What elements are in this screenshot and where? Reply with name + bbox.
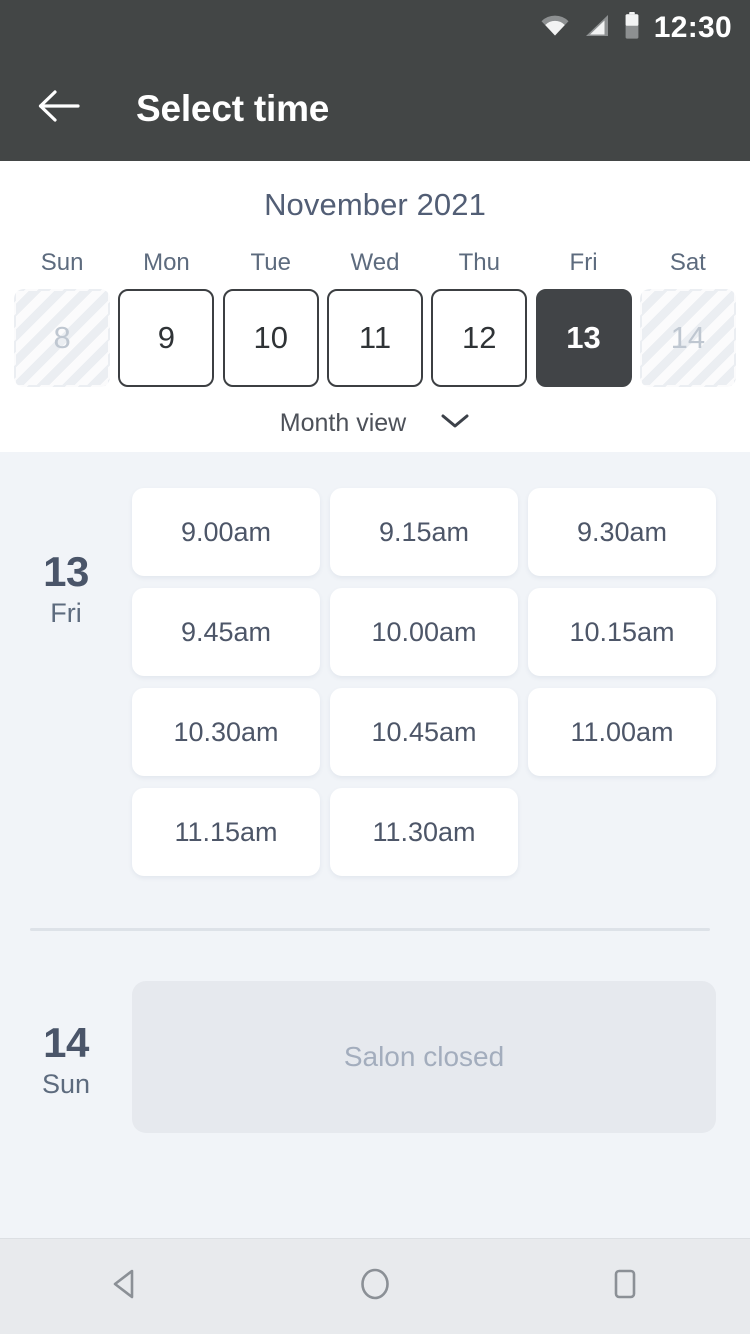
time-slot[interactable]: 11.00am [528,688,716,776]
weekday-label: Wed [350,249,400,276]
weekday-label: Tue [250,249,291,276]
app-bar: Select time [0,56,750,161]
back-button[interactable] [32,82,86,136]
weekday-label: Sat [669,249,706,276]
android-nav-bar [0,1238,750,1334]
month-view-label: Month view [279,409,407,437]
time-slot[interactable]: 11.30am [330,788,518,876]
phone-screen: 12:30 Select time November 2021 Sun Mon … [0,0,750,1334]
calendar-day-13-selected[interactable]: 13 [535,289,632,387]
calendar-day-14: 14 [639,289,736,387]
schedule-day-name: Fri [50,598,82,629]
month-view-toggle[interactable]: Month view [0,409,750,438]
calendar-day-8: 8 [14,289,111,387]
day-cell-wrap: 12 [427,289,531,387]
time-slot[interactable]: 11.15am [132,788,320,876]
status-bar: 12:30 [0,0,750,56]
calendar-panel: November 2021 Sun Mon Tue Wed Thu Fri Sa… [0,161,750,452]
day-cell-wrap: 10 [219,289,323,387]
calendar-day-10[interactable]: 10 [222,289,319,387]
schedule-group-14: 14 Sun Salon closed [0,981,750,1133]
day-cell-wrap: 13 [531,289,635,387]
nav-back-button[interactable] [70,1239,180,1334]
calendar-day-9[interactable]: 9 [118,289,215,387]
home-circle-icon [355,1264,395,1309]
day-cell-wrap: 8 [10,289,114,387]
time-slot[interactable]: 9.45am [132,588,320,676]
time-slot[interactable]: 9.30am [528,488,716,576]
calendar-days-row: 8 9 10 11 12 13 14 [0,289,750,387]
calendar-day-12[interactable]: 12 [431,289,528,387]
time-slot-grid: 9.00am 9.15am 9.30am 9.45am 10.00am 10.1… [132,488,716,876]
time-slot[interactable]: 10.30am [132,688,320,776]
weekday-header-row: Sun Mon Tue Wed Thu Fri Sat [0,249,750,277]
schedule-day-label: 13 Fri [0,488,132,876]
time-slot[interactable]: 10.45am [330,688,518,776]
calendar-day-11[interactable]: 11 [326,289,423,387]
day-cell-wrap: 11 [323,289,427,387]
day-cell-wrap: 14 [636,289,740,387]
status-bar-clock: 12:30 [653,11,732,44]
schedule-group-13: 13 Fri 9.00am 9.15am 9.30am 9.45am 10.00… [0,488,750,876]
schedule-day-number: 13 [43,548,89,595]
weekday-label: Mon [143,249,190,276]
wifi-icon [540,14,570,43]
recents-square-icon [605,1264,645,1309]
schedule-day-label: 14 Sun [0,981,132,1133]
day-cell-wrap: 9 [114,289,218,387]
schedule-day-name: Sun [41,1069,91,1100]
weekday-label: Fri [569,249,598,276]
chevron-down-icon [440,412,470,435]
salon-closed-card: Salon closed [132,981,716,1133]
arrow-left-icon [38,89,80,128]
calendar-month-title: November 2021 [264,187,486,222]
status-icons [540,12,640,44]
schedule-day-number: 14 [43,1019,89,1066]
page-title: Select time [136,87,330,129]
weekday-label: Thu [458,249,500,276]
time-slot[interactable]: 9.00am [132,488,320,576]
schedule-list: 13 Fri 9.00am 9.15am 9.30am 9.45am 10.00… [0,452,750,1238]
battery-icon [624,12,640,44]
weekday-label: Sun [40,249,84,276]
nav-recents-button[interactable] [570,1239,680,1334]
time-slot[interactable]: 9.15am [330,488,518,576]
time-slot[interactable]: 10.00am [330,588,518,676]
nav-home-button[interactable] [320,1239,430,1334]
signal-icon [584,14,610,43]
time-slot[interactable]: 10.15am [528,588,716,676]
section-divider [30,928,710,931]
back-triangle-icon [105,1264,145,1309]
